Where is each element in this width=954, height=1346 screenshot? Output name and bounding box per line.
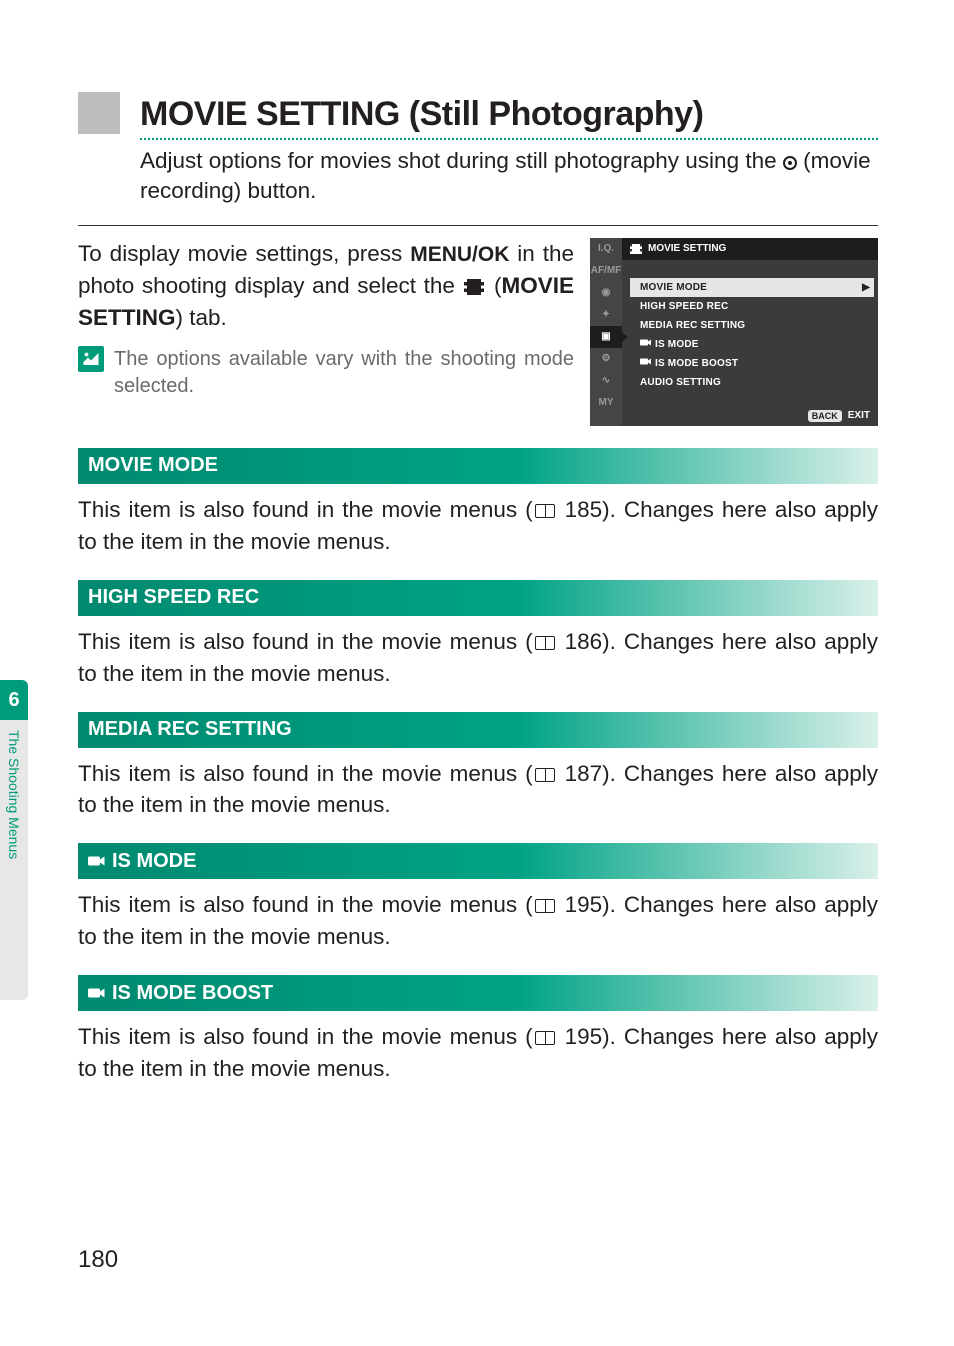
camera-menu-item: MOVIE MODE▶ <box>630 278 874 297</box>
camera-tab: ⚙ <box>590 348 622 370</box>
instruct-c: ) tab. <box>176 305 227 330</box>
section: IS MODE This item is also found in the mo… <box>78 843 878 953</box>
section-body: This item is also found in the movie men… <box>78 1021 878 1085</box>
section-body: This item is also found in the movie men… <box>78 758 878 822</box>
camera-menu-item: AUDIO SETTING <box>630 373 874 392</box>
camera-tab: ▣ <box>590 326 622 348</box>
page-number: 180 <box>78 1246 118 1274</box>
book-icon <box>535 899 555 913</box>
section-body: This item is also found in the movie men… <box>78 626 878 690</box>
section-heading: MOVIE MODE <box>78 448 878 484</box>
book-icon <box>535 768 555 782</box>
record-icon <box>783 156 797 170</box>
page-title: MOVIE SETTING (Still Photography) <box>140 95 703 134</box>
section: MOVIE MODE This item is also found in the… <box>78 448 878 558</box>
camera-menu-item: IS MODE BOOST <box>630 354 874 373</box>
title-marker <box>78 92 120 134</box>
section-body: This item is also found in the movie men… <box>78 494 878 558</box>
camera-tab: MY <box>590 392 622 414</box>
camera-tab: ◉ <box>590 282 622 304</box>
camera-menu-footer: BACK EXIT <box>808 410 870 422</box>
section-heading: IS MODE BOOST <box>78 975 878 1011</box>
book-icon <box>535 1031 555 1045</box>
book-icon <box>535 636 555 650</box>
instruct-a: To display movie settings, press <box>78 241 410 266</box>
exit-label: EXIT <box>848 410 870 421</box>
section: HIGH SPEED REC This item is also found in… <box>78 580 878 690</box>
section-heading: IS MODE <box>78 843 878 879</box>
note-icon <box>78 346 104 372</box>
camera-menu-header-label: MOVIE SETTING <box>648 243 726 254</box>
section: MEDIA REC SETTING This item is also found… <box>78 712 878 822</box>
side-tab: 6 The Shooting Menus <box>0 680 28 1020</box>
camera-menu-screenshot: I.Q.AF/MF◉✦▣⚙∿MY MOVIE SETTING MOVIE MOD… <box>590 238 878 426</box>
intro-text: Adjust options for movies shot during st… <box>140 146 878 207</box>
section-heading: HIGH SPEED REC <box>78 580 878 616</box>
movie-icon <box>630 244 642 254</box>
divider <box>78 225 878 226</box>
back-label: BACK <box>808 410 842 422</box>
section-body: This item is also found in the movie men… <box>78 889 878 953</box>
movie-tab-icon <box>464 279 484 295</box>
camera-tab: ∿ <box>590 370 622 392</box>
camera-menu-header: MOVIE SETTING <box>622 238 878 260</box>
camera-tab: I.Q. <box>590 238 622 260</box>
intro-part-a: Adjust options for movies shot during st… <box>140 148 783 173</box>
camera-tab: AF/MF <box>590 260 622 282</box>
camera-menu-item: MEDIA REC SETTING <box>630 316 874 335</box>
title-underline <box>140 138 878 140</box>
section: IS MODE BOOST This item is also found in … <box>78 975 878 1085</box>
camera-menu-item: IS MODE <box>630 335 874 354</box>
camera-menu-item: HIGH SPEED REC <box>630 297 874 316</box>
chapter-number: 6 <box>0 680 28 720</box>
camera-tab: ✦ <box>590 304 622 326</box>
note-text: The options available vary with the shoo… <box>114 346 574 400</box>
chapter-title: The Shooting Menus <box>0 720 28 1000</box>
instruction-text: To display movie settings, press MENU/OK… <box>78 238 574 400</box>
book-icon <box>535 504 555 518</box>
section-heading: MEDIA REC SETTING <box>78 712 878 748</box>
menu-ok-label: MENU/OK <box>410 243 509 266</box>
